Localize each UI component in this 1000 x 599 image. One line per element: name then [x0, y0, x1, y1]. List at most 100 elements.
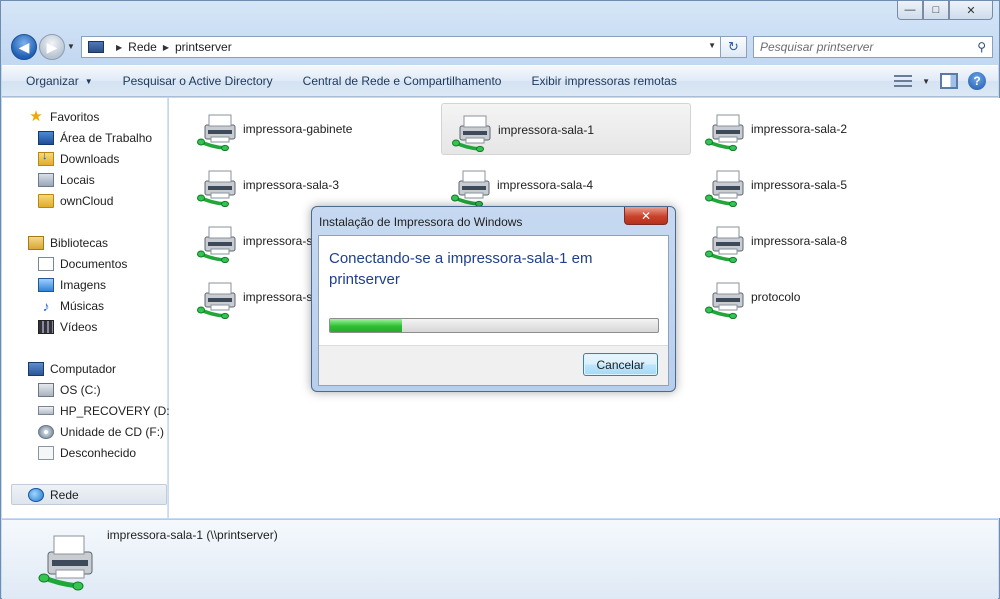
chevron-down-icon: ▼ — [84, 76, 93, 86]
printer-label: impressora-sala-8 — [751, 234, 848, 248]
sidebar-item-network[interactable]: Rede — [11, 484, 167, 505]
view-options-dropdown-icon[interactable]: ▼ — [922, 77, 930, 86]
sidebar-label: Favoritos — [50, 109, 100, 124]
unknown-device-icon — [38, 445, 54, 460]
sidebar-label: Downloads — [60, 151, 120, 166]
back-button[interactable]: ◀ — [11, 34, 37, 60]
printer-icon — [705, 282, 744, 319]
sidebar-label: Área de Trabalho — [60, 130, 153, 145]
sidebar-label: Documentos — [60, 256, 128, 271]
hard-drive-icon — [38, 406, 54, 415]
music-note-icon: ♪ — [42, 297, 50, 314]
close-icon[interactable]: ✕ — [949, 1, 993, 20]
command-bar-right: ▼ ? — [894, 72, 986, 90]
address-bar[interactable]: ▶ Rede ▶ printserver ▼ — [81, 36, 721, 58]
explorer-window: — □ ✕ ◀ ▶ ▼ ▶ Rede ▶ printserver ▼ ↻ Pes… — [0, 0, 1000, 599]
refresh-icon: ↻ — [728, 39, 739, 54]
printer-icon — [452, 115, 491, 152]
printer-item[interactable]: protocolo — [695, 271, 945, 323]
printer-label: protocolo — [751, 290, 801, 304]
preview-pane-icon[interactable] — [940, 73, 958, 89]
printer-install-dialog: Instalação de Impressora do Windows ✕ Co… — [311, 206, 676, 392]
sidebar-label: ownCloud — [60, 193, 114, 208]
sidebar-item-favorites[interactable]: ★ Favoritos — [28, 106, 192, 127]
downloads-folder-icon — [38, 150, 54, 166]
sidebar-label: HP_RECOVERY (D:) — [60, 403, 174, 418]
cd-drive-icon — [38, 424, 54, 439]
sidebar-label: Músicas — [60, 298, 105, 313]
windows-drive-icon — [38, 382, 54, 397]
printer-label: impressora-sala-5 — [751, 178, 848, 192]
printer-item[interactable]: impressora-sala-3 — [187, 159, 437, 211]
details-pane: impressora-sala-1 (\\printserver) — [2, 519, 998, 599]
network-globe-icon — [28, 487, 44, 502]
help-icon[interactable]: ? — [968, 72, 986, 90]
printer-label: impressora-sala-4 — [497, 178, 594, 192]
sidebar-label: Vídeos — [60, 319, 98, 334]
printer-label: impressora-sala-2 — [751, 122, 848, 136]
refresh-button[interactable]: ↻ — [721, 36, 747, 58]
printer-icon — [197, 170, 236, 207]
progress-fill — [330, 319, 403, 332]
close-icon: ✕ — [640, 208, 652, 223]
search-icon[interactable]: ⚲ — [977, 40, 986, 54]
printer-icon — [38, 535, 93, 591]
caption-buttons: — □ ✕ — [897, 1, 993, 20]
organize-label: Organizar — [26, 74, 79, 88]
printer-icon — [705, 226, 744, 263]
computer-icon — [28, 361, 44, 376]
dialog-close-button[interactable]: ✕ — [624, 207, 668, 225]
breadcrumb-rede[interactable]: Rede — [128, 40, 157, 54]
address-row: ◀ ▶ ▼ ▶ Rede ▶ printserver ▼ ↻ Pesquisar… — [9, 33, 993, 61]
organize-button[interactable]: Organizar ▼ — [2, 66, 108, 96]
search-input[interactable]: Pesquisar printserver ⚲ — [753, 36, 993, 58]
sidebar-item-libraries[interactable]: Bibliotecas — [28, 232, 192, 253]
printer-label: impressora-gabinete — [243, 122, 353, 136]
dialog-footer: Cancelar — [319, 345, 668, 385]
printer-label: impressora-sala-3 — [243, 178, 340, 192]
documents-icon — [38, 256, 54, 271]
navigation-pane: ★ Favoritos Área de Trabalho Downloads L… — [2, 98, 174, 518]
printer-icon — [197, 114, 236, 151]
folder-icon — [38, 193, 54, 208]
desktop-icon — [38, 130, 54, 145]
selected-item-title: impressora-sala-1 (\\printserver) — [107, 528, 278, 542]
chevron-right-icon[interactable]: ▶ — [163, 43, 169, 52]
command-bar: Organizar ▼ Pesquisar o Active Directory… — [2, 65, 998, 97]
network-center-button[interactable]: Central de Rede e Compartilhamento — [288, 66, 517, 96]
printer-icon — [197, 282, 236, 319]
cancel-button[interactable]: Cancelar — [583, 353, 658, 376]
printer-item[interactable]: impressora-sala-5 — [695, 159, 945, 211]
change-view-icon[interactable] — [894, 73, 913, 89]
printer-item[interactable]: impressora-sala-8 — [695, 215, 945, 267]
dialog-title: Instalação de Impressora do Windows — [319, 215, 523, 229]
search-ad-button[interactable]: Pesquisar o Active Directory — [108, 66, 288, 96]
printer-item[interactable]: impressora-gabinete — [187, 103, 437, 155]
remote-printers-button[interactable]: Exibir impressoras remotas — [516, 66, 691, 96]
printer-item[interactable]: impressora-sala-1 — [441, 103, 691, 155]
breadcrumb-printserver[interactable]: printserver — [175, 40, 232, 54]
printer-item[interactable]: impressora-sala-4 — [441, 159, 691, 211]
sidebar-label: Imagens — [60, 277, 107, 292]
recent-pages-dropdown[interactable]: ▼ — [67, 42, 75, 51]
printer-icon — [451, 170, 490, 207]
address-dropdown-icon[interactable]: ▼ — [708, 41, 716, 50]
sidebar-item-computer[interactable]: Computador — [28, 358, 192, 379]
printer-icon — [197, 226, 236, 263]
maximize-icon[interactable]: □ — [923, 1, 949, 20]
dialog-message: Conectando-se a impressora-sala-1 em pri… — [329, 250, 593, 288]
network-center-label: Central de Rede e Compartilhamento — [302, 74, 502, 88]
libraries-icon — [28, 235, 44, 250]
video-film-icon — [38, 319, 54, 334]
sidebar-label: Computador — [50, 361, 117, 376]
sidebar-label: Rede — [50, 487, 79, 502]
recent-places-icon — [38, 172, 54, 187]
printer-label: impressora-sala-1 — [498, 123, 595, 137]
search-ad-label: Pesquisar o Active Directory — [122, 74, 273, 88]
forward-button[interactable]: ▶ — [39, 34, 65, 60]
sidebar-label: Locais — [60, 172, 95, 187]
chevron-right-icon[interactable]: ▶ — [116, 43, 122, 52]
printer-icon — [705, 114, 744, 151]
minimize-icon[interactable]: — — [897, 1, 923, 20]
printer-item[interactable]: impressora-sala-2 — [695, 103, 945, 155]
